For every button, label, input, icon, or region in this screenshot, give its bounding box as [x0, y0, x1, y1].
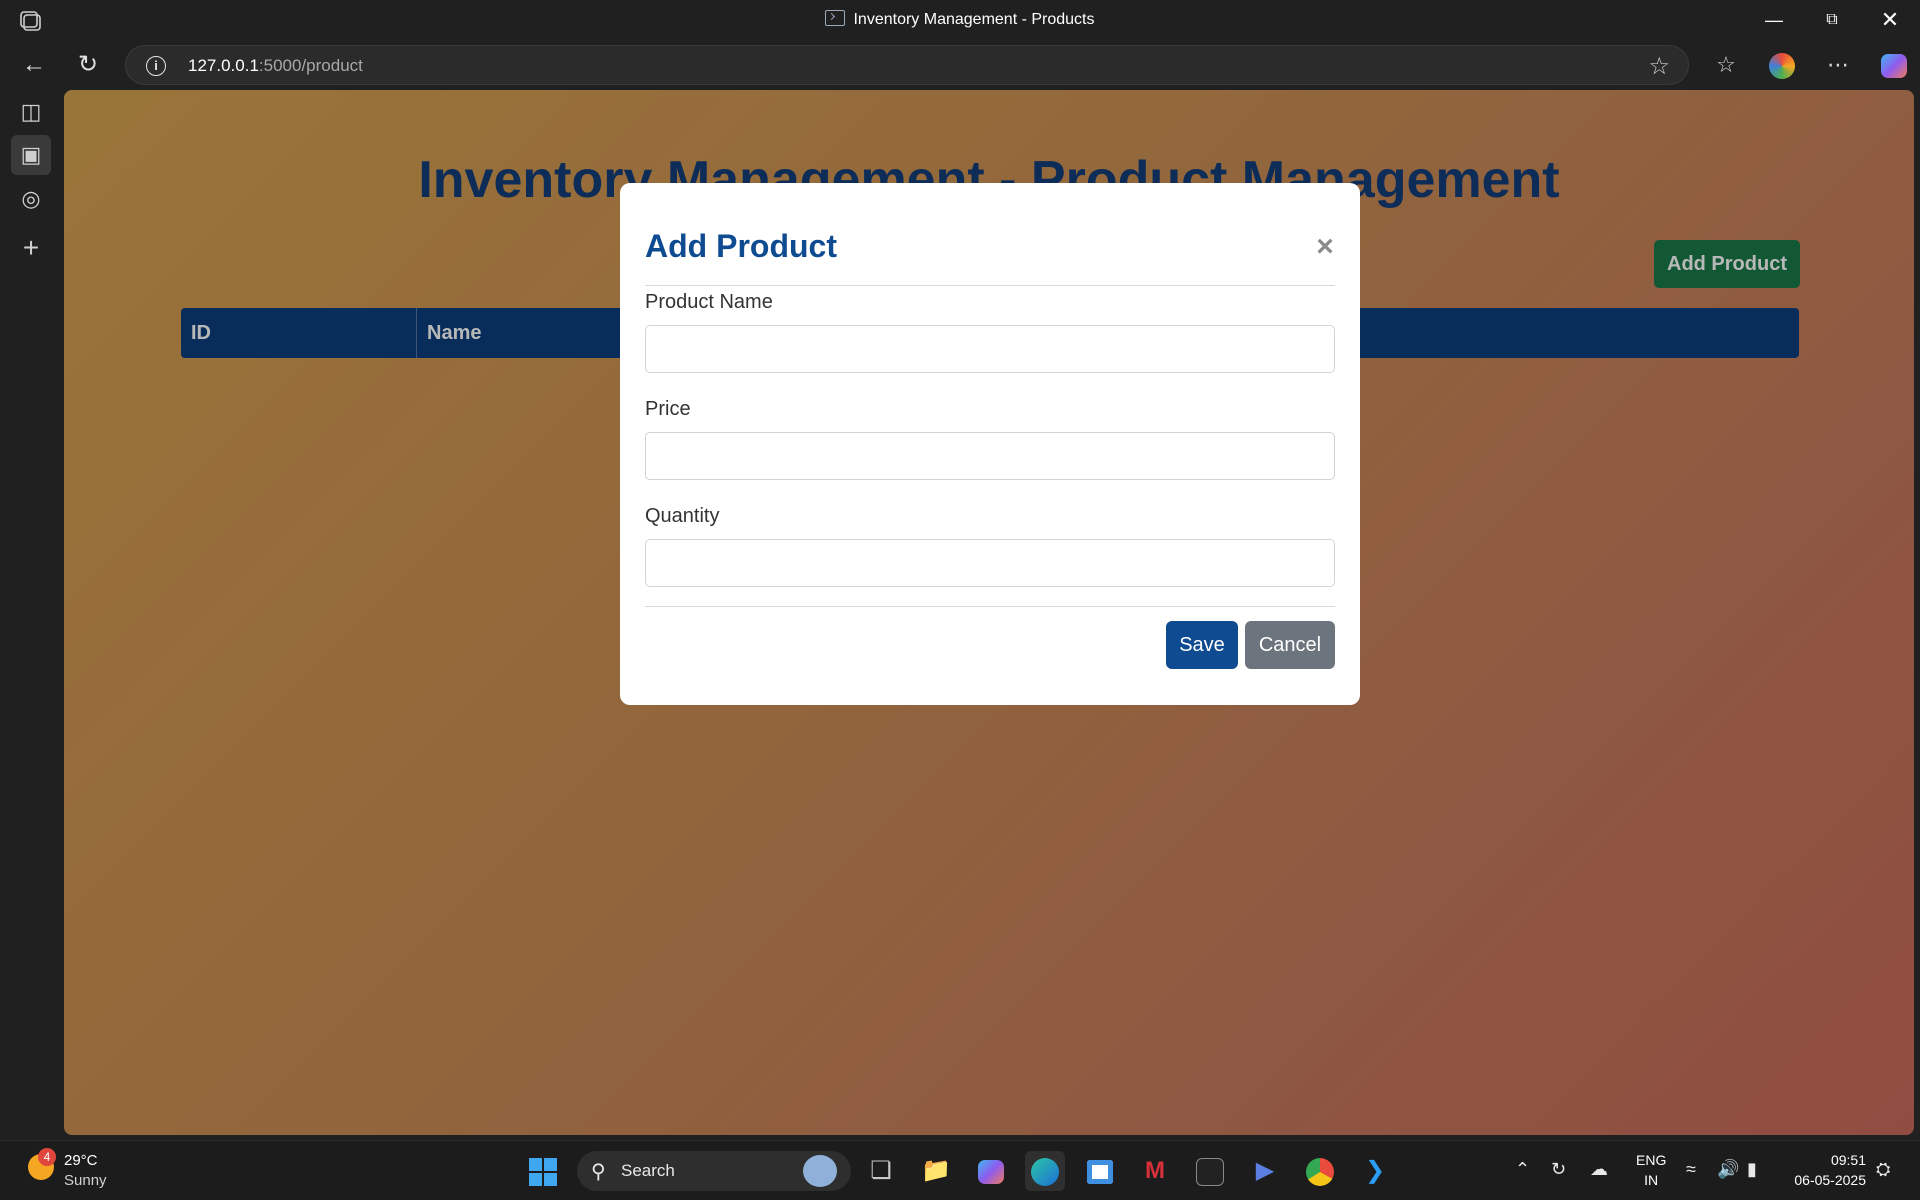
tab-title-text: Inventory Management - Products — [853, 11, 1095, 28]
terminal-favicon-icon — [825, 10, 846, 26]
minimize-icon[interactable]: — — [1746, 0, 1802, 40]
copilot-app-icon[interactable] — [971, 1151, 1011, 1191]
price-label: Price — [645, 398, 691, 420]
copilot-icon[interactable] — [1874, 45, 1914, 85]
sync-icon[interactable]: ↻ — [1551, 1159, 1566, 1180]
modal-title: Add Product — [645, 228, 837, 264]
pen-app-icon[interactable] — [1190, 1151, 1230, 1191]
window-title: Inventory Management - Products — [0, 10, 1920, 29]
weather-condition[interactable]: Sunny — [64, 1172, 107, 1189]
url-host: 127.0.0.1 — [188, 56, 259, 75]
sidebar-panel-icon[interactable]: ◫ — [11, 92, 51, 132]
onedrive-cloud-icon[interactable]: ☁ — [1590, 1159, 1608, 1180]
chrome-icon[interactable] — [1300, 1151, 1340, 1191]
search-label: Search — [621, 1161, 675, 1180]
address-bar[interactable]: i 127.0.0.1:5000/product ☆ — [125, 45, 1689, 85]
mcafee-icon[interactable]: M — [1135, 1151, 1175, 1191]
notifications-icon[interactable]: ⛭ — [1876, 1159, 1890, 1180]
back-arrow-icon[interactable]: ← — [16, 48, 52, 82]
volume-icon[interactable]: 🔊 — [1717, 1159, 1739, 1180]
window-title-bar: Inventory Management - Products — ⧉ ✕ — [0, 0, 1920, 40]
windows-start-icon[interactable] — [523, 1151, 563, 1191]
vertical-tabs-sidebar: ◫ ▣ ◎ + — [0, 90, 62, 1135]
quantity-label: Quantity — [645, 505, 720, 527]
site-info-icon[interactable]: i — [146, 56, 166, 76]
language-indicator[interactable]: ENG IN — [1636, 1150, 1666, 1190]
language-code: ENG — [1636, 1152, 1667, 1168]
favorites-icon[interactable]: ☆ — [1706, 45, 1746, 85]
clock[interactable]: 09:51 06-05-2025 — [1786, 1150, 1866, 1190]
battery-icon[interactable]: ▮ — [1747, 1159, 1757, 1180]
price-input[interactable] — [645, 432, 1335, 480]
footer-divider — [645, 606, 1335, 607]
url-path: :5000/product — [258, 56, 363, 75]
close-window-icon[interactable]: ✕ — [1862, 0, 1918, 40]
product-name-label: Product Name — [645, 291, 773, 313]
profile-avatar[interactable] — [1762, 45, 1802, 85]
favorite-star-icon[interactable]: ☆ — [1648, 52, 1670, 81]
url-text[interactable]: 127.0.0.1:5000/product — [188, 56, 363, 76]
edge-browser-icon[interactable] — [1025, 1151, 1065, 1191]
search-highlight-image — [803, 1155, 837, 1187]
file-explorer-icon[interactable]: 📁 — [916, 1151, 956, 1191]
close-icon[interactable]: × — [1310, 232, 1340, 263]
cancel-button[interactable]: Cancel — [1245, 621, 1335, 669]
power-automate-icon[interactable]: ▶ — [1245, 1151, 1285, 1191]
microsoft-store-icon[interactable] — [1080, 1151, 1120, 1191]
product-name-input[interactable] — [645, 325, 1335, 373]
weather-temperature[interactable]: 29°C — [64, 1152, 98, 1169]
task-view-icon[interactable]: ❏ — [861, 1151, 901, 1191]
search-icon: ⚲ — [591, 1161, 606, 1183]
add-product-modal: Add Product × Product Name Price Quantit… — [620, 183, 1360, 705]
restore-icon[interactable]: ⧉ — [1804, 0, 1860, 40]
quantity-input[interactable] — [645, 539, 1335, 587]
show-hidden-icons-chevron-icon[interactable]: ⌃ — [1515, 1159, 1530, 1180]
new-tab-plus-icon[interactable]: + — [11, 228, 51, 268]
more-options-icon[interactable]: ⋯ — [1818, 45, 1858, 85]
clock-time: 09:51 — [1830, 1152, 1866, 1168]
browser-toolbar: ← ↻ i 127.0.0.1:5000/product ☆ ☆ ⋯ — [0, 40, 1920, 90]
tab-globe-icon[interactable]: ◎ — [11, 179, 51, 219]
clock-date: 06-05-2025 — [1794, 1172, 1866, 1188]
wifi-icon[interactable]: ≈ — [1686, 1159, 1696, 1180]
region-code: IN — [1644, 1172, 1659, 1188]
taskbar: 4 29°C Sunny ⚲ Search ❏ 📁 M ▶ ❯ ⌃ ↻ ☁ EN… — [0, 1140, 1920, 1200]
vscode-icon[interactable]: ❯ — [1355, 1151, 1395, 1191]
active-tab-icon[interactable]: ▣ — [11, 135, 51, 175]
weather-badge: 4 — [38, 1148, 56, 1166]
header-divider — [645, 285, 1335, 286]
taskbar-search[interactable]: ⚲ Search — [577, 1151, 851, 1191]
refresh-icon[interactable]: ↻ — [70, 48, 106, 82]
save-button[interactable]: Save — [1166, 621, 1238, 669]
